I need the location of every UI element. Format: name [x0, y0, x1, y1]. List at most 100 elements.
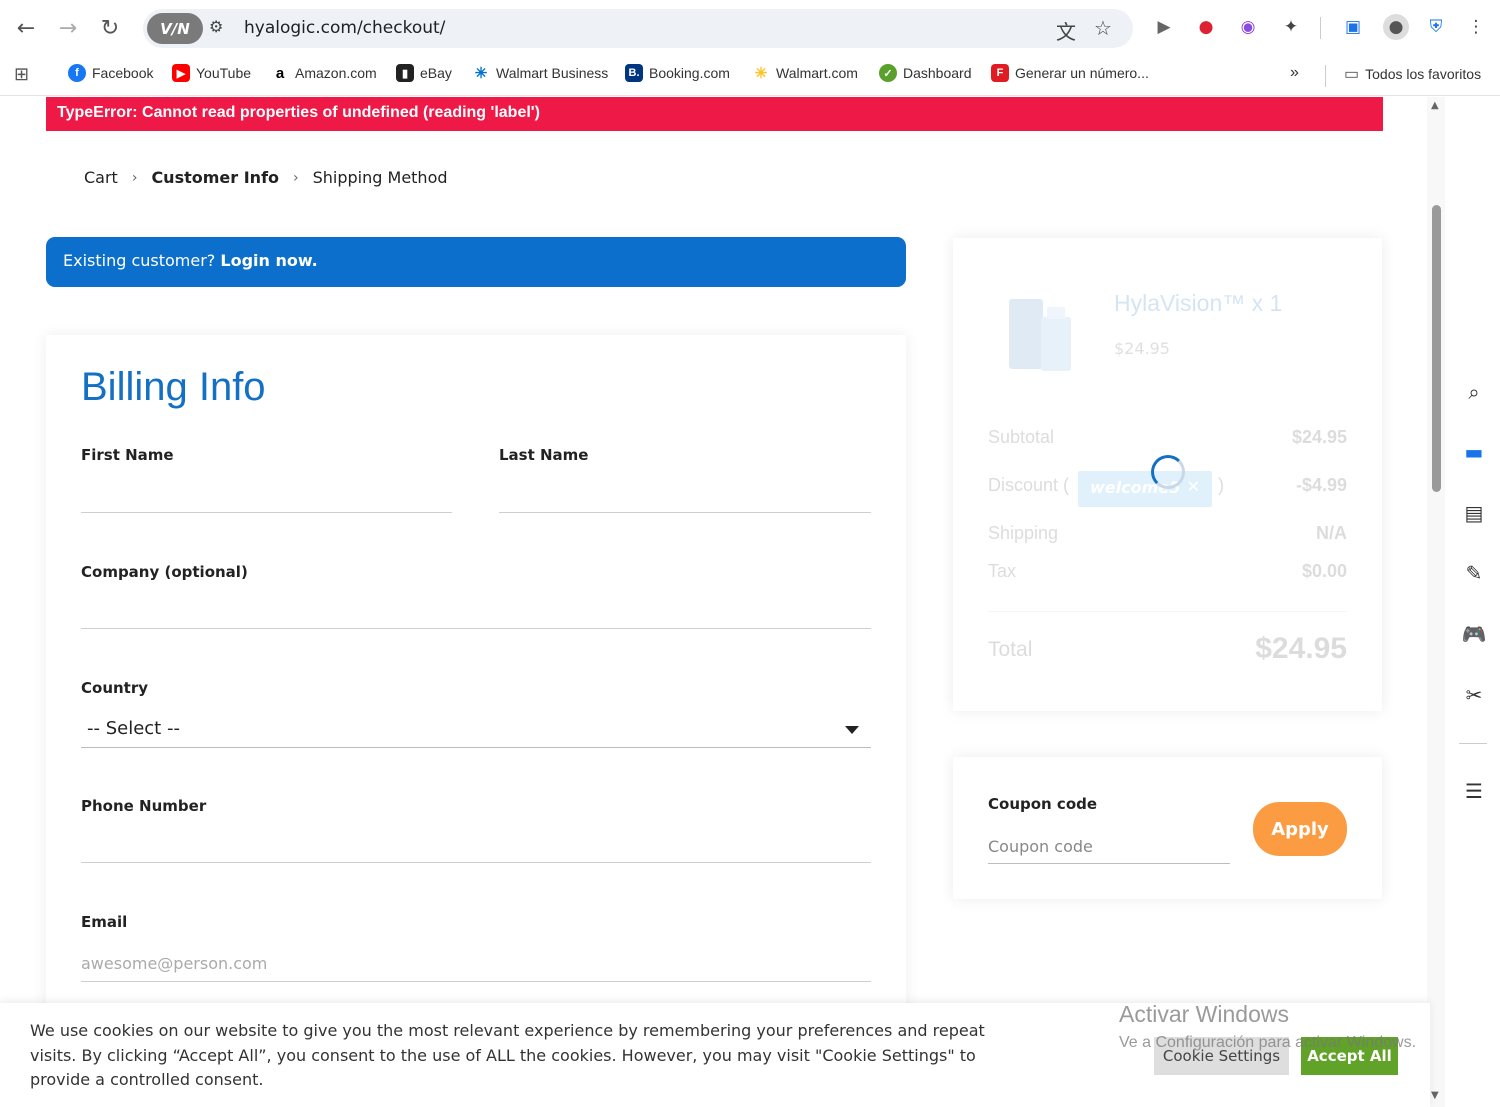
side-panel-divider [1459, 743, 1487, 744]
search-lens-icon[interactable]: ⌕ [1460, 378, 1488, 406]
bookmark-walmart-business[interactable]: ✳ Walmart Business [472, 64, 608, 82]
discount-value: -$4.99 [1295, 475, 1347, 495]
bookmark-generar[interactable]: F Generar un número... [991, 64, 1149, 82]
product-image [1009, 299, 1071, 371]
company-field[interactable] [81, 593, 871, 629]
existing-customer-text: Existing customer? [63, 251, 221, 270]
walmart-icon: ✳ [472, 64, 490, 82]
star-icon[interactable]: ☆ [1094, 16, 1112, 40]
all-bookmarks-folder[interactable]: ▭ Todos los favoritos [1344, 64, 1481, 84]
country-select[interactable]: -- Select -- [81, 712, 871, 748]
shipping-row: Shipping N/A [988, 523, 1347, 544]
reload-icon[interactable]: ↻ [94, 12, 126, 44]
subtotal-value: $24.95 [1291, 427, 1347, 447]
email-label: Email [81, 913, 128, 931]
apps-grid-icon[interactable]: ⊞ [14, 64, 29, 85]
accept-all-button[interactable]: Accept All [1301, 1037, 1398, 1075]
notes-icon[interactable]: ✎ [1460, 559, 1488, 587]
tax-label: Tax [988, 561, 1017, 581]
address-bar[interactable]: V/N ⚙ hyalogic.com/checkout/ 文 ☆ [143, 9, 1133, 48]
news-icon[interactable]: ▤ [1460, 499, 1488, 527]
login-now-link[interactable]: Login now. [220, 251, 317, 270]
existing-customer-banner: Existing customer? Login now. [46, 237, 906, 287]
phone-label: Phone Number [81, 797, 207, 815]
gamepad-icon[interactable]: 🎮 [1460, 620, 1488, 648]
side-panel-icon[interactable]: ▣ [1340, 14, 1366, 40]
product-price: $24.95 [1114, 339, 1170, 358]
shipping-label: Shipping [988, 523, 1059, 543]
page-scrollbar[interactable]: ▲ ▼ [1427, 97, 1445, 1107]
breadcrumb-cart[interactable]: Cart [84, 168, 118, 187]
summary-divider [988, 611, 1347, 612]
folder-icon: ▭ [1344, 66, 1360, 83]
vpn-badge[interactable]: V/N [147, 13, 203, 44]
bookmark-walmart[interactable]: ✳ Walmart.com [752, 64, 858, 82]
purple-extension-icon[interactable]: ◉ [1235, 14, 1261, 40]
site-settings-icon[interactable]: ⚙ [209, 17, 223, 36]
country-label: Country [81, 679, 149, 697]
shipping-value: N/A [1316, 523, 1347, 543]
shield-extension-icon[interactable]: ● [1193, 14, 1219, 40]
phone-field[interactable] [81, 827, 871, 863]
bookmark-ebay[interactable]: ▮ eBay [396, 64, 452, 82]
media-extension-icon[interactable]: ▶ [1151, 14, 1177, 40]
discount-code-chip: welcome5 ✕ [1078, 471, 1212, 507]
bookmarks-divider [1325, 65, 1326, 87]
puzzle-extensions-icon[interactable]: ✦ [1278, 14, 1304, 40]
last-name-label: Last Name [499, 446, 589, 464]
bookmark-dashboard[interactable]: ✓ Dashboard [879, 64, 972, 82]
apply-button[interactable]: Apply [1253, 802, 1347, 856]
bookmark-facebook[interactable]: f Facebook [68, 64, 153, 82]
customize-sliders-icon[interactable]: ☰ [1460, 777, 1488, 805]
browser-side-panel: ⌕ ▬ ▤ ✎ 🎮 ✂ ☰ [1445, 97, 1500, 1107]
menu-kebab-icon[interactable]: ⋮ [1463, 14, 1489, 40]
dashboard-icon: ✓ [879, 64, 897, 82]
cookie-settings-button[interactable]: Cookie Settings [1154, 1037, 1289, 1075]
company-label: Company (optional) [81, 563, 248, 581]
subtotal-row: Subtotal $24.95 [988, 427, 1347, 448]
dropdown-caret-icon [845, 726, 859, 734]
coupon-input[interactable] [988, 830, 1230, 864]
cookie-text: We use cookies on our website to give yo… [30, 1021, 985, 1089]
product-title: HylaVision™ x 1 [1114, 290, 1283, 316]
bookmark-amazon[interactable]: a Amazon.com [271, 64, 377, 82]
ebay-icon: ▮ [396, 64, 414, 82]
security-shield-icon[interactable]: ⛨ [1423, 14, 1449, 40]
first-name-field[interactable] [81, 477, 452, 513]
discount-label: Discount ( [988, 475, 1070, 495]
cookie-consent-banner: We use cookies on our website to give yo… [0, 1003, 1430, 1107]
breadcrumb: Cart › Customer Info › Shipping Method [84, 168, 448, 187]
breadcrumb-shipping-method: Shipping Method [312, 168, 448, 187]
chat-icon[interactable]: ▬ [1460, 438, 1488, 466]
booking-icon: B. [625, 64, 643, 82]
generar-icon: F [991, 64, 1009, 82]
coupon-label: Coupon code [988, 795, 1098, 813]
translate-icon[interactable]: 文 [1056, 16, 1076, 45]
remove-code-icon[interactable]: ✕ [1187, 477, 1200, 496]
checkout-page: TypeError: Cannot read properties of und… [0, 97, 1445, 1107]
chevron-right-icon: › [293, 169, 299, 186]
subtotal-label: Subtotal [988, 427, 1055, 447]
scroll-thumb[interactable] [1432, 205, 1441, 492]
forward-arrow-icon[interactable]: → [52, 12, 84, 44]
back-arrow-icon[interactable]: ← [10, 12, 42, 44]
country-selected-value: -- Select -- [87, 718, 180, 739]
url-text[interactable]: hyalogic.com/checkout/ [244, 18, 445, 38]
first-name-label: First Name [81, 446, 174, 464]
toolbar-divider [1320, 17, 1321, 39]
scroll-up-arrow-icon[interactable]: ▲ [1431, 100, 1439, 111]
bookmark-youtube[interactable]: ▶ YouTube [172, 64, 251, 82]
email-field[interactable] [81, 946, 871, 982]
browser-toolbar: ← → ↻ V/N ⚙ hyalogic.com/checkout/ 文 ☆ ▶… [0, 0, 1500, 56]
more-bookmarks-icon[interactable]: » [1290, 64, 1299, 82]
bookmark-booking[interactable]: B. Booking.com [625, 64, 730, 82]
facebook-icon: f [68, 64, 86, 82]
profile-avatar-icon[interactable]: ● [1383, 14, 1409, 40]
scroll-down-arrow-icon[interactable]: ▼ [1431, 1090, 1439, 1101]
total-label: Total [988, 638, 1033, 661]
chevron-right-icon: › [131, 169, 138, 186]
discount-close-paren: ) [1218, 475, 1224, 495]
last-name-field[interactable] [499, 477, 871, 513]
tools-icon[interactable]: ✂ [1460, 681, 1488, 709]
loading-spinner-icon [1151, 455, 1185, 489]
